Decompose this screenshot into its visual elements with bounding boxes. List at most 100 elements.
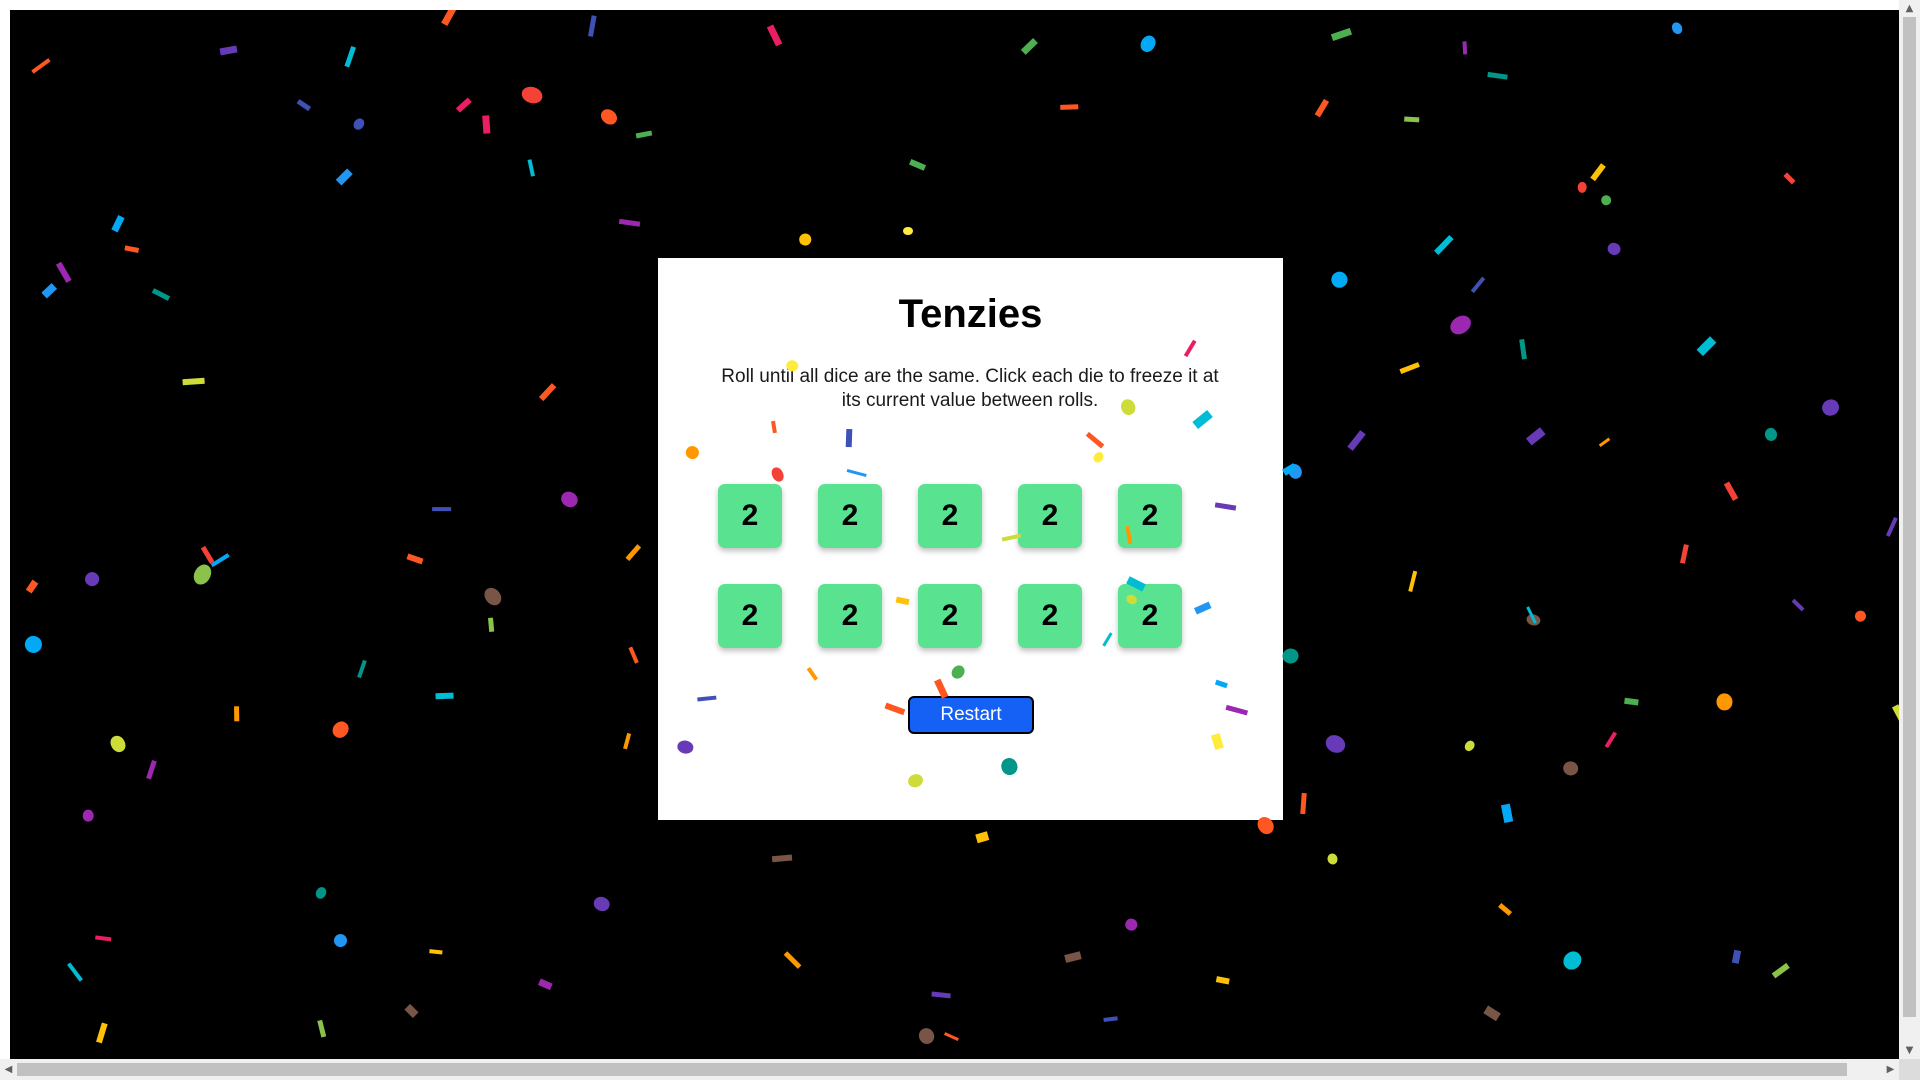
confetti-piece: [111, 214, 126, 233]
confetti-piece: [527, 158, 535, 177]
confetti-piece: [1783, 172, 1796, 185]
confetti-piece: [1326, 852, 1339, 866]
confetti-piece: [210, 553, 230, 568]
confetti-piece: [456, 97, 472, 112]
confetti-piece: [1281, 647, 1300, 665]
die-2[interactable]: 2: [818, 484, 882, 548]
confetti-piece: [975, 831, 990, 844]
confetti-piece: [1138, 32, 1159, 54]
die-8[interactable]: 2: [918, 584, 982, 648]
confetti-piece: [1606, 241, 1623, 258]
confetti-piece: [1328, 268, 1351, 291]
confetti-piece: [1497, 902, 1512, 916]
confetti-piece: [67, 963, 83, 983]
confetti-piece: [1526, 606, 1537, 624]
confetti-piece: [1285, 462, 1304, 482]
confetti-piece: [1525, 613, 1542, 628]
confetti-piece: [783, 951, 802, 969]
confetti-piece: [1398, 361, 1420, 374]
confetti-piece: [1483, 1005, 1501, 1021]
scroll-right-arrow-icon[interactable]: ▶: [1882, 1059, 1899, 1080]
confetti-piece: [406, 552, 424, 564]
confetti-piece: [190, 561, 215, 588]
confetti-piece: [767, 24, 783, 47]
confetti-piece: [429, 949, 443, 955]
confetti-piece: [1732, 949, 1742, 965]
die-7[interactable]: 2: [818, 584, 882, 648]
confetti-piece: [1215, 976, 1230, 985]
scrollbar-corner: [1899, 1059, 1920, 1080]
die-4[interactable]: 2: [1018, 484, 1082, 548]
horizontal-scroll-thumb[interactable]: [17, 1063, 1847, 1076]
confetti-piece: [332, 932, 349, 949]
die-6[interactable]: 2: [718, 584, 782, 648]
confetti-piece: [1763, 427, 1778, 443]
confetti-piece: [623, 732, 632, 750]
confetti-piece: [1724, 481, 1739, 501]
confetti-piece: [519, 84, 545, 107]
confetti-piece: [344, 46, 356, 68]
scroll-left-arrow-icon[interactable]: ◀: [0, 1059, 17, 1080]
confetti-piece: [1669, 19, 1685, 36]
confetti-piece: [25, 578, 39, 594]
confetti-piece: [1281, 463, 1297, 477]
confetti-piece: [488, 618, 495, 633]
confetti-piece: [1501, 803, 1514, 824]
confetti-piece: [1852, 608, 1868, 624]
confetti-piece: [625, 544, 641, 562]
confetti-piece: [1330, 28, 1353, 42]
confetti-piece: [482, 115, 491, 135]
dice-grid: 2 2 2 2 2 2 2 2 2 2: [718, 484, 1182, 648]
confetti-piece: [1314, 98, 1329, 117]
game-card: Tenzies Roll until all dice are the same…: [658, 258, 1283, 820]
confetti-piece: [772, 854, 793, 863]
scroll-down-arrow-icon[interactable]: ▼: [1899, 1042, 1920, 1059]
restart-button[interactable]: Restart: [908, 696, 1034, 734]
confetti-piece: [200, 546, 214, 564]
confetti-piece: [1408, 570, 1418, 592]
confetti-piece: [31, 58, 51, 74]
game-title: Tenzies: [898, 292, 1043, 336]
confetti-piece: [107, 732, 129, 755]
confetti-piece: [1715, 693, 1733, 712]
confetti-piece: [902, 226, 913, 236]
confetti-piece: [1064, 951, 1082, 964]
confetti-piece: [1696, 336, 1717, 357]
confetti-piece: [909, 159, 927, 171]
horizontal-scrollbar[interactable]: ◀ ▶: [0, 1059, 1899, 1080]
confetti-piece: [357, 659, 367, 678]
confetti-piece: [441, 10, 458, 26]
confetti-piece: [1892, 704, 1899, 722]
confetti-piece: [1346, 429, 1366, 451]
confetti-piece: [94, 934, 112, 942]
confetti-piece: [1447, 312, 1476, 339]
confetti-piece: [435, 692, 455, 699]
vertical-scroll-thumb[interactable]: [1903, 17, 1916, 1017]
scroll-up-arrow-icon[interactable]: ▲: [1899, 0, 1920, 17]
confetti-piece: [1434, 234, 1455, 256]
confetti-piece: [591, 894, 612, 914]
confetti-piece: [296, 98, 312, 111]
confetti-piece: [1577, 181, 1587, 193]
confetti-piece: [1590, 162, 1606, 181]
confetti-piece: [55, 261, 72, 284]
die-5[interactable]: 2: [1118, 484, 1182, 548]
confetti-piece: [219, 45, 237, 56]
vertical-scrollbar[interactable]: ▲ ▼: [1899, 0, 1920, 1059]
confetti-piece: [618, 218, 641, 227]
die-9[interactable]: 2: [1018, 584, 1082, 648]
confetti-piece: [233, 706, 239, 722]
confetti-piece: [1525, 427, 1546, 446]
confetti-piece: [82, 809, 94, 823]
die-3[interactable]: 2: [918, 484, 982, 548]
confetti-piece: [81, 569, 102, 590]
confetti-piece: [1487, 71, 1509, 80]
confetti-piece: [1600, 193, 1612, 206]
die-10[interactable]: 2: [1118, 584, 1182, 648]
confetti-piece: [1103, 1016, 1119, 1023]
confetti-piece: [1604, 730, 1618, 748]
game-viewport: Tenzies Roll until all dice are the same…: [10, 10, 1899, 1059]
confetti-piece: [480, 584, 505, 610]
die-1[interactable]: 2: [718, 484, 782, 548]
confetti-piece: [1403, 116, 1420, 123]
